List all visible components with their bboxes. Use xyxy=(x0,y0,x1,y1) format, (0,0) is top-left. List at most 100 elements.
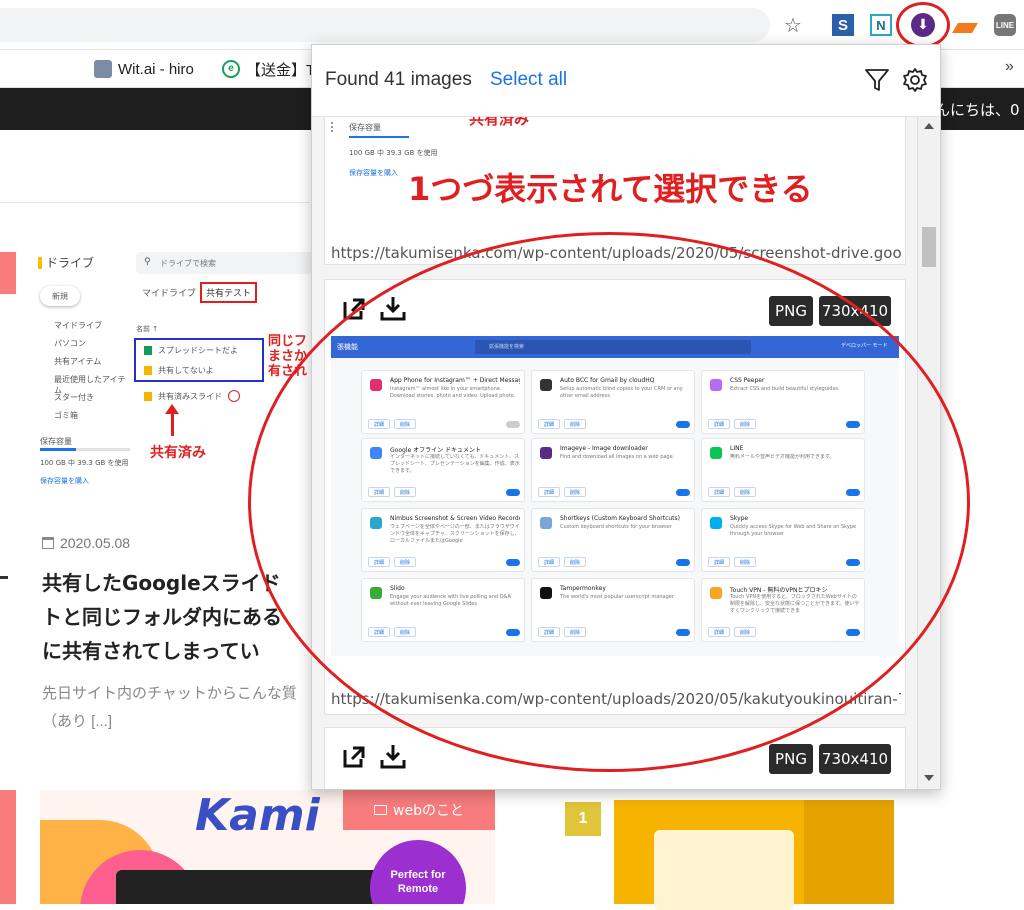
extension-card: Google オフライン ドキュメント インターネットに接続していなくても、ドキュ… xyxy=(361,438,525,502)
drive-nav-item: 共有アイテム xyxy=(54,357,102,366)
extension-remove-button: 削除 xyxy=(734,487,756,497)
extension-detail-button: 詳細 xyxy=(368,627,390,637)
slides-fold xyxy=(804,800,894,904)
open-in-new-tab-icon[interactable] xyxy=(341,296,367,322)
drive-shared-annotation: 共有済み xyxy=(150,445,206,461)
extension-name: CSS Peeper xyxy=(730,377,765,384)
extension-detail-button: 詳細 xyxy=(708,627,730,637)
extension-remove-button: 削除 xyxy=(564,487,586,497)
extension-toggle xyxy=(506,489,520,496)
image-downloader-icon[interactable]: ⬇ xyxy=(910,12,936,38)
line-icon[interactable]: LINE xyxy=(992,12,1018,38)
extension-icon xyxy=(540,379,552,391)
drive-breadcrumb: マイドライブ › xyxy=(142,289,203,299)
orange-extension-icon[interactable] xyxy=(952,12,978,38)
extension-card: Touch VPN - 無料のVPNとプロキシ Touch VPNを使用すると、ブ… xyxy=(701,578,865,642)
kami-badge: Perfect for Remote xyxy=(370,840,466,904)
open-in-new-tab-icon[interactable] xyxy=(341,744,367,770)
arrow-head xyxy=(165,404,179,414)
extension-toggle xyxy=(846,421,860,428)
extension-toggle xyxy=(506,421,520,428)
popup-scrollbar[interactable] xyxy=(917,117,939,789)
extension-icon xyxy=(540,517,552,529)
extension-icon xyxy=(710,517,722,529)
side-tab xyxy=(0,790,16,904)
extension-name: Tampermonkey xyxy=(560,585,606,592)
extension-desc: Find and download all images on a web pa… xyxy=(560,454,675,460)
drive-storage-used: 100 GB 中 39.3 GB を使用 xyxy=(40,459,129,467)
search-icon: ⚲ xyxy=(144,257,151,267)
drive-folder-highlight: 共有テスト xyxy=(200,282,258,303)
extension-name: Touch VPN - 無料のVPNとプロキシ xyxy=(730,587,828,594)
extension-name: Skype xyxy=(730,515,749,522)
drive-file-row: 共有してないよ xyxy=(144,365,214,376)
drive-new-button: 新規 xyxy=(40,286,80,306)
extension-icon xyxy=(710,587,722,599)
category-label: webのこと xyxy=(393,803,464,819)
bookmark-item[interactable]: e 【送金】Tr xyxy=(222,59,320,79)
extension-card: Nimbus Screenshot & Screen Video Recorde… xyxy=(361,508,525,572)
drive-file-row: スプレッドシートだよ xyxy=(144,345,238,356)
image-card[interactable]: PNG 730x410 張機能 拡張機能を検索 デベロッパー モード App P… xyxy=(324,279,906,715)
extension-name: Auto BCC for Gmail by cloudHQ xyxy=(560,377,655,384)
bookmark-e-icon: e xyxy=(222,60,240,78)
extension-card: Skype Quickly access Skype for Web and Sh… xyxy=(701,508,865,572)
bookmark-item[interactable]: Wit.ai - hiro xyxy=(94,59,194,79)
image-downloader-popup: Found 41 images Select all 保存容量 100 GB 中… xyxy=(311,44,941,790)
extension-name: App Phone for Instagram™ + Direct Messag… xyxy=(390,377,520,384)
format-badge: PNG xyxy=(769,744,813,774)
calendar-icon xyxy=(42,537,54,549)
extension-desc: Touch VPNを使用すると、ブロックされたWebサイトの制限を解除し、安全な… xyxy=(730,594,860,614)
scroll-down-icon[interactable] xyxy=(924,775,934,781)
rank-badge: 1 xyxy=(565,802,601,836)
extension-name: LINE xyxy=(730,445,744,452)
ext-search: 拡張機能を検索 xyxy=(475,340,751,354)
extension-card: LINE 無料メールや音声ビデオ機能が利用できます。 詳細 削除 xyxy=(701,438,865,502)
bookmark-label: Wit.ai - hiro xyxy=(118,60,194,78)
slides-thumbnail[interactable] xyxy=(614,800,894,910)
extension-detail-button: 詳細 xyxy=(538,419,560,429)
download-icon[interactable] xyxy=(379,742,407,770)
nimbus-extension-icon[interactable]: N xyxy=(868,12,894,38)
image-preview[interactable]: 張機能 拡張機能を検索 デベロッパー モード App Phone for Ins… xyxy=(331,336,899,656)
size-badge: 730x410 xyxy=(819,744,891,774)
image-card[interactable]: PNG 730x410 xyxy=(324,727,906,789)
select-all-link[interactable]: Select all xyxy=(490,69,567,91)
download-icon[interactable] xyxy=(379,294,407,322)
extension-remove-button: 削除 xyxy=(394,627,416,637)
extension-desc: ウェブページを全体やページの一部、またはブラウザウインドウ全体をキャプチャ、スク… xyxy=(390,524,520,544)
drive-side-annotation: 同じフ まさか 有され xyxy=(268,334,308,379)
scroll-thumb[interactable] xyxy=(922,227,936,267)
star-icon[interactable]: ☆ xyxy=(780,12,806,38)
extension-detail-button: 詳細 xyxy=(538,487,560,497)
drive-nav-item: ゴミ箱 xyxy=(54,411,78,420)
drive-thumbnail[interactable]: ドライブ ⚲ ドライブで検索 新規 マイドライブ › 共有テスト 名前 ↑ マイ… xyxy=(38,248,316,498)
image-url[interactable]: https://takumisenka.com/wp-content/uploa… xyxy=(331,690,901,708)
extension-desc: Quickly access Skype for Web and Share o… xyxy=(730,524,857,537)
post-title[interactable]: 共有したGoogleスライド トと同じフォルダ内にある に共有されてしまってい xyxy=(42,566,310,668)
extension-name: Slido xyxy=(390,585,405,592)
bookmarks-overflow-button[interactable]: » xyxy=(1005,58,1014,76)
extension-detail-button: 詳細 xyxy=(538,627,560,637)
popup-image-list[interactable]: 保存容量 100 GB 中 39.3 GB を使用 保存容量を購入 共有済み h… xyxy=(312,117,940,789)
drive-nav-item: スター付き xyxy=(54,393,94,402)
extension-name: Nimbus Screenshot & Screen Video Recorde… xyxy=(390,515,520,522)
image-url[interactable]: https://takumisenka.com/wp-content/uploa… xyxy=(331,244,901,262)
category-badge[interactable]: webのこと xyxy=(343,790,495,830)
extension-name: Google オフライン ドキュメント xyxy=(390,447,481,454)
drive-logo: ドライブ xyxy=(38,254,94,271)
extension-toggle xyxy=(846,489,860,496)
bookmark-user-icon xyxy=(94,60,112,78)
extension-icon xyxy=(370,379,382,391)
extension-name: Imageye - Image downloader xyxy=(560,445,648,452)
filter-icon[interactable] xyxy=(864,67,890,93)
storage-buy: 保存容量を購入 xyxy=(349,169,398,177)
gear-icon[interactable] xyxy=(902,67,928,93)
extension-card: Shortkeys (Custom Keyboard Shortcuts) Cus… xyxy=(531,508,695,572)
extension-icon xyxy=(370,447,382,459)
extension-remove-button: 削除 xyxy=(734,419,756,429)
address-bar[interactable] xyxy=(0,8,770,42)
scroll-up-icon[interactable] xyxy=(924,123,934,129)
shared-annotation: 共有済み xyxy=(469,117,530,128)
s-extension-icon[interactable]: S xyxy=(830,12,856,38)
